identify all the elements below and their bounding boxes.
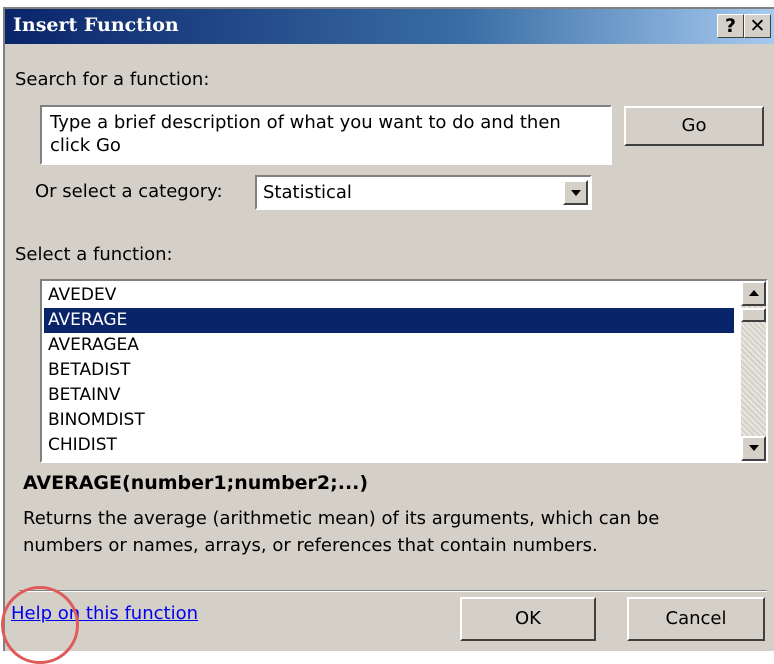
cancel-button-label: Cancel — [665, 608, 727, 629]
function-list-item[interactable]: AVERAGEA — [44, 333, 734, 358]
title-bar[interactable]: Insert Function ? ✕ — [5, 9, 774, 44]
category-value: Statistical — [263, 182, 352, 203]
insert-function-dialog: Insert Function ? ✕ Search for a functio… — [1, 7, 774, 664]
ok-button[interactable]: OK — [460, 597, 596, 641]
highlight-circle — [1, 586, 79, 664]
category-select[interactable]: Statistical — [255, 175, 592, 210]
function-description: Returns the average (arithmetic mean) of… — [23, 508, 660, 556]
function-list-item[interactable]: CHIDIST — [44, 433, 734, 458]
function-list-label: Select a function: — [15, 244, 173, 265]
close-icon: ✕ — [749, 15, 766, 37]
arrow-down-icon — [749, 445, 759, 451]
ok-button-label: OK — [515, 608, 541, 629]
function-list-item[interactable]: AVEDEV — [44, 283, 734, 308]
cancel-button[interactable]: Cancel — [627, 597, 765, 641]
help-icon: ? — [724, 15, 737, 37]
scroll-up-button[interactable] — [741, 281, 766, 306]
function-list-item[interactable]: BINOMDIST — [44, 408, 734, 433]
dialog-title: Insert Function — [13, 14, 179, 36]
search-label: Search for a function: — [15, 69, 210, 90]
function-list-item[interactable]: AVERAGE — [44, 308, 734, 333]
scrollbar[interactable] — [741, 281, 766, 461]
go-button-label: Go — [681, 115, 707, 136]
chevron-down-icon — [571, 190, 581, 196]
separator — [19, 590, 767, 592]
function-signature: AVERAGE(number1;number2;...) — [23, 472, 369, 494]
function-list-item[interactable]: BETAINV — [44, 383, 734, 408]
function-list-items: AVEDEV AVERAGE AVERAGEA BETADIST BETAINV BINO… — [44, 283, 734, 458]
function-list[interactable]: AVEDEV AVERAGE AVERAGEA BETADIST BETAINV BINO… — [40, 279, 768, 463]
help-button[interactable]: ? — [717, 14, 744, 38]
scroll-down-button[interactable] — [741, 436, 766, 461]
function-list-item[interactable]: BETADIST — [44, 358, 734, 383]
search-input-text: Type a brief description of what you wan… — [50, 112, 561, 156]
go-button[interactable]: Go — [624, 106, 764, 146]
search-input[interactable]: Type a brief description of what you wan… — [40, 105, 612, 165]
close-button[interactable]: ✕ — [744, 14, 771, 38]
category-label: Or select a category: — [35, 181, 223, 202]
scroll-thumb[interactable] — [741, 308, 766, 322]
category-dropdown-button[interactable] — [563, 180, 588, 205]
arrow-up-icon — [749, 290, 759, 296]
